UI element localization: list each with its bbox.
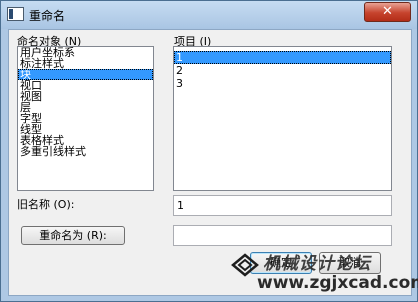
rename-to-field[interactable] [173, 225, 392, 246]
old-name-field: 1 [173, 195, 392, 216]
watermark-logo-icon [231, 253, 259, 277]
list-item[interactable]: 1 [174, 51, 391, 64]
list-item[interactable]: 2 [174, 64, 391, 77]
list-item[interactable]: 视图 [18, 91, 153, 102]
list-item[interactable]: 标注样式 [18, 58, 153, 69]
list-item[interactable]: 多重引线样式 [18, 146, 153, 157]
watermark-url: www.zgjxcad.com [257, 273, 418, 293]
rename-dialog: 重命名 ✕ 命名对象 (N) 用户坐标系 标注样式块视口 视图层字型 线型 表格样式 多重… [0, 0, 418, 302]
watermark-title: 机械设计论坛 [263, 254, 371, 274]
title-bar[interactable]: 重命名 ✕ [1, 1, 417, 29]
old-name-label: 旧名称 (O): [17, 198, 75, 211]
app-icon [7, 7, 24, 21]
items-list[interactable]: 123 [173, 46, 392, 191]
rename-to-button[interactable]: 重命名为 (R): [21, 226, 125, 245]
list-item[interactable]: 3 [174, 77, 391, 90]
named-objects-list[interactable]: 用户坐标系 标注样式块视口 视图层字型 线型 表格样式 多重引线样式 [17, 46, 154, 191]
dialog-title: 重命名 [29, 9, 66, 23]
close-button[interactable]: ✕ [364, 2, 411, 22]
